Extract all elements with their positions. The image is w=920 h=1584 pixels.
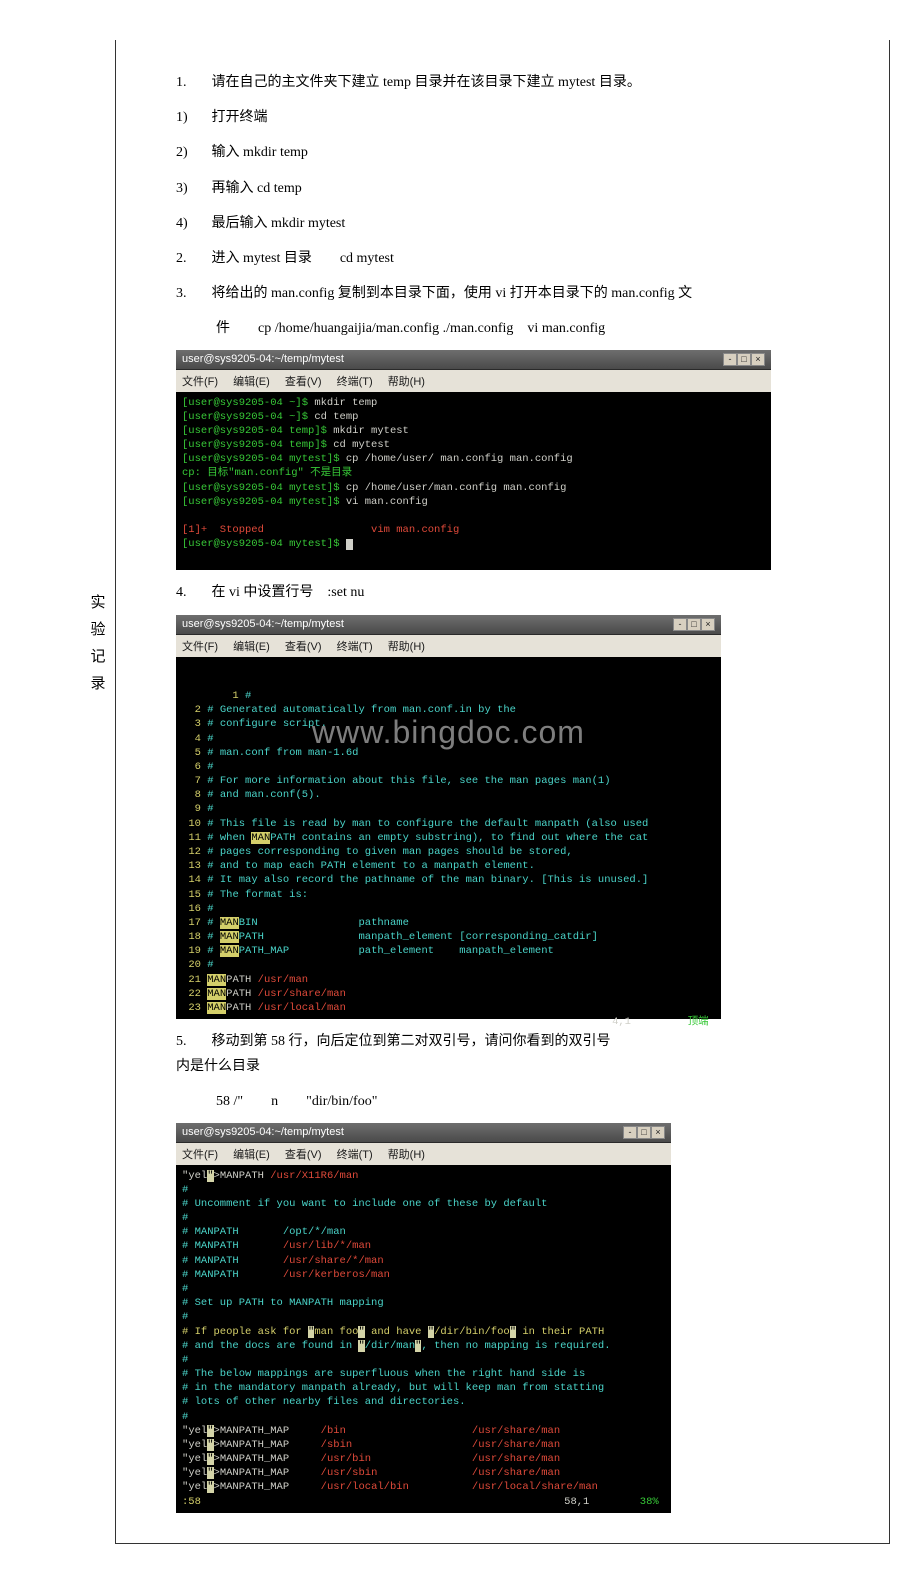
content-body: 1. 请在自己的主文件夹下建立 temp 目录并在该目录下建立 mytest 目… [116,40,889,1543]
step-sub-number: 3) [176,176,208,201]
step-1a: 1) 打开终端 [176,105,859,130]
maximize-icon[interactable]: □ [637,1126,651,1139]
maximize-icon[interactable]: □ [737,353,751,366]
side-label-char: 记 [88,644,108,671]
step-number: 1. [176,70,208,95]
step-text: 在 vi 中设置行号 :set nu [212,585,365,600]
step-sub-number: 1) [176,105,208,130]
window-buttons: - □ × [723,353,765,366]
step-sub-number: 2) [176,140,208,165]
menu-file[interactable]: 文件(F) [182,376,218,388]
step-1d: 4) 最后输入 mkdir mytest [176,211,859,236]
terminal-titlebar: user@sys9205-04:~/temp/mytest - □ × [176,1123,671,1143]
step-5: 5. 移动到第 58 行，向后定位到第二对双引号，请问你看到的双引号内是什么目录 [176,1029,859,1079]
step-text: 打开终端 [212,110,268,125]
menu-terminal[interactable]: 终端(T) [337,1149,373,1161]
step-text: 再输入 cd temp [212,181,302,196]
terminal-title: user@sys9205-04:~/temp/mytest [182,618,344,630]
side-label-char: 录 [88,671,108,698]
side-label: 实 验 记 录 [88,590,108,698]
menu-help[interactable]: 帮助(H) [388,376,425,388]
step-text: 进入 mytest 目录 cd mytest [212,251,394,266]
terminal-3: user@sys9205-04:~/temp/mytest - □ × 文件(F… [176,1123,671,1513]
terminal-title: user@sys9205-04:~/temp/mytest [182,353,344,365]
step-text: 移动到第 58 行，向后定位到第二对双引号，请问你看到的双引号内是什么目录 [176,1034,611,1074]
step-1b: 2) 输入 mkdir temp [176,140,859,165]
terminal-3-body[interactable]: "yel">MANPATH /usr/X11R6/man # # Uncomme… [176,1165,671,1513]
terminal-1-body[interactable]: [user@sys9205-04 ~]$ mkdir temp [user@sy… [176,392,771,570]
minimize-icon[interactable]: - [723,353,737,366]
step-number: 3. [176,281,208,306]
terminal-1: user@sys9205-04:~/temp/mytest - □ × 文件(F… [176,350,771,570]
terminal-title: user@sys9205-04:~/temp/mytest [182,1126,344,1138]
close-icon[interactable]: × [651,1126,665,1139]
menu-edit[interactable]: 编辑(E) [233,641,270,653]
side-label-char: 验 [88,617,108,644]
terminal-menubar: 文件(F) 编辑(E) 查看(V) 终端(T) 帮助(H) [176,635,721,657]
menu-help[interactable]: 帮助(H) [388,1149,425,1161]
step-number: 4. [176,580,208,605]
step-number: 2. [176,246,208,271]
terminal-titlebar: user@sys9205-04:~/temp/mytest - □ × [176,350,771,370]
menu-help[interactable]: 帮助(H) [388,641,425,653]
menu-view[interactable]: 查看(V) [285,376,322,388]
page-border: 实 验 记 录 1. 请在自己的主文件夹下建立 temp 目录并在该目录下建立 … [115,40,890,1544]
window-buttons: - □ × [673,618,715,631]
step-number: 5. [176,1029,208,1054]
menu-file[interactable]: 文件(F) [182,1149,218,1161]
menu-file[interactable]: 文件(F) [182,641,218,653]
menu-terminal[interactable]: 终端(T) [337,641,373,653]
close-icon[interactable]: × [701,618,715,631]
window-buttons: - □ × [623,1126,665,1139]
step-1c: 3) 再输入 cd temp [176,176,859,201]
terminal-menubar: 文件(F) 编辑(E) 查看(V) 终端(T) 帮助(H) [176,370,771,392]
menu-terminal[interactable]: 终端(T) [337,376,373,388]
menu-view[interactable]: 查看(V) [285,1149,322,1161]
close-icon[interactable]: × [751,353,765,366]
step-text: 输入 mkdir temp [212,145,308,160]
menu-edit[interactable]: 编辑(E) [233,376,270,388]
step-sub-number: 4) [176,211,208,236]
step-text: 请在自己的主文件夹下建立 temp 目录并在该目录下建立 mytest 目录。 [212,75,641,90]
step-3: 3. 将给出的 man.config 复制到本目录下面，使用 vi 打开本目录下… [176,281,859,306]
terminal-menubar: 文件(F) 编辑(E) 查看(V) 终端(T) 帮助(H) [176,1143,671,1165]
terminal-2-body[interactable]: www.bingdoc.com 1 # 2 # Generated automa… [176,657,721,1019]
step-4: 4. 在 vi 中设置行号 :set nu [176,580,859,605]
terminal-titlebar: user@sys9205-04:~/temp/mytest - □ × [176,615,721,635]
step-5b: 58 /" n "dir/bin/foo" [176,1089,859,1114]
menu-view[interactable]: 查看(V) [285,641,322,653]
step-text: 将给出的 man.config 复制到本目录下面，使用 vi 打开本目录下的 m… [212,286,693,301]
minimize-icon[interactable]: - [673,618,687,631]
side-label-char: 实 [88,590,108,617]
minimize-icon[interactable]: - [623,1126,637,1139]
step-2: 2. 进入 mytest 目录 cd mytest [176,246,859,271]
menu-edit[interactable]: 编辑(E) [233,1149,270,1161]
step-1: 1. 请在自己的主文件夹下建立 temp 目录并在该目录下建立 mytest 目… [176,70,859,95]
maximize-icon[interactable]: □ [687,618,701,631]
step-text: 最后输入 mkdir mytest [212,216,346,231]
terminal-2: user@sys9205-04:~/temp/mytest - □ × 文件(F… [176,615,721,1019]
step-3b: 件 cp /home/huangaijia/man.config ./man.c… [176,316,859,341]
